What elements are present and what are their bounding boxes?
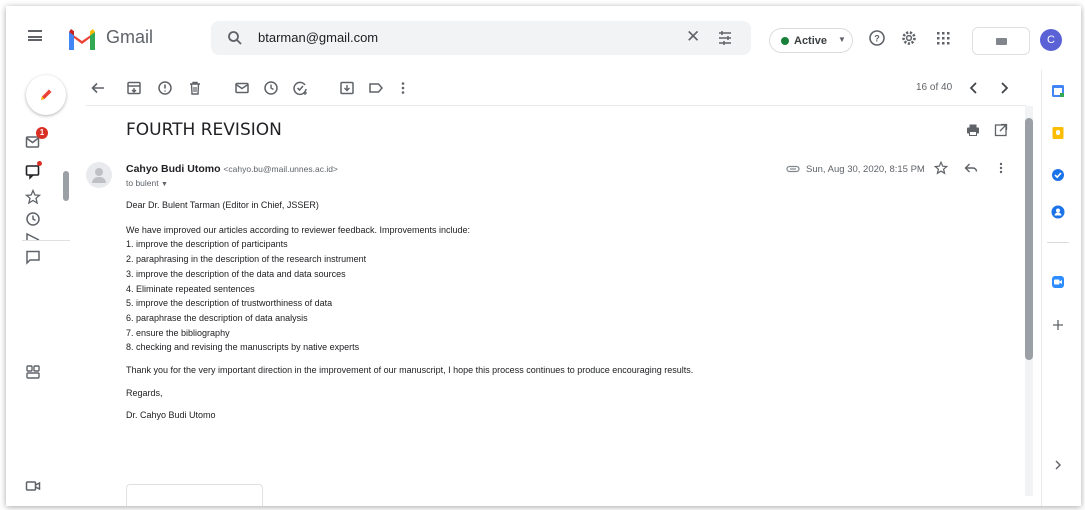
report-spam-icon[interactable] (157, 80, 173, 96)
list-item: 6. paraphrase the description of data an… (126, 312, 308, 323)
gmail-logo-icon[interactable] (67, 28, 97, 50)
meet-video-icon[interactable] (25, 478, 41, 494)
app-name: Gmail (106, 27, 154, 47)
mark-unread-mail-icon[interactable] (234, 80, 250, 96)
help-icon[interactable]: ? (868, 29, 886, 47)
sender-email: <cahyo.bu@mail.unnes.ac.id> (223, 164, 338, 174)
star-icon[interactable] (25, 189, 41, 205)
list-item: 2. paraphrasing in the description of th… (126, 254, 367, 265)
status-selector[interactable]: Active ▼ (769, 28, 853, 53)
avatar[interactable]: C (1040, 29, 1062, 51)
body-thanks: Thank you for the very important directi… (126, 365, 694, 376)
chevron-down-icon: ▼ (838, 35, 846, 44)
sent-icon[interactable] (25, 232, 41, 240)
apps-grid-icon[interactable] (934, 29, 952, 47)
keep-notes-icon[interactable] (1051, 126, 1065, 140)
list-item: 7. ensure the bibliography (126, 327, 230, 338)
body-intro: We have improved our articles according … (126, 224, 470, 235)
side-panel-divider (1041, 70, 1042, 506)
search-options-icon[interactable] (717, 30, 733, 46)
chevron-down-icon: ▼ (161, 181, 168, 188)
email-subject: FOURTH REVISION (126, 120, 282, 140)
reply-box[interactable] (126, 484, 263, 506)
recipients-toggle[interactable]: to bulent ▼ (126, 178, 168, 188)
email-body: Dear Dr. Bulent Tarman (Editor in Chief,… (126, 198, 693, 423)
status-dot-icon (781, 37, 789, 45)
settings-gear-icon[interactable] (900, 29, 918, 47)
add-plus-icon[interactable] (1051, 318, 1065, 332)
chat-icon[interactable] (25, 164, 41, 180)
status-label: Active (794, 35, 828, 47)
email-date: Sun, Aug 30, 2020, 8:15 PM (806, 164, 925, 175)
body-closing: Regards, (126, 387, 163, 398)
list-item: 8. checking and revising the manuscripts… (126, 342, 360, 353)
snooze-clock-icon[interactable] (263, 80, 279, 96)
delete-trash-icon[interactable] (187, 80, 203, 96)
zoom-video-icon[interactable] (1051, 275, 1065, 289)
divider (1047, 242, 1069, 243)
list-item: 1. improve the description of participan… (126, 239, 288, 250)
newer-chevron-left-icon[interactable] (966, 80, 982, 96)
account-switcher[interactable] (972, 27, 1030, 55)
svg-text:?: ? (874, 34, 880, 44)
list-item: 3. improve the description of the data a… (126, 268, 346, 279)
body-greeting: Dear Dr. Bulent Tarman (Editor in Chief,… (126, 200, 319, 210)
more-options-icon[interactable] (395, 80, 411, 96)
back-arrow-icon[interactable] (90, 80, 106, 96)
organization-logo-icon (996, 38, 1007, 45)
open-in-new-window-icon[interactable] (994, 123, 1008, 137)
notification-dot (37, 161, 42, 166)
search-bar[interactable]: btarman@gmail.com ✕ (211, 21, 751, 55)
list-item: 5. improve the description of trustworth… (126, 298, 333, 309)
chat-bubble-icon[interactable] (25, 249, 41, 265)
divider (22, 240, 70, 241)
reply-arrow-icon[interactable] (964, 161, 978, 175)
top-bar: Gmail btarman@gmail.com ✕ Active ▼ ? C (6, 6, 1081, 70)
tasks-icon[interactable] (1051, 168, 1065, 182)
list-item: 4. Eliminate repeated sentences (126, 283, 255, 294)
sidebar-scrollbar[interactable] (63, 171, 69, 201)
contacts-icon[interactable] (1051, 205, 1065, 219)
main-menu-icon[interactable] (28, 30, 42, 41)
star-icon[interactable] (934, 161, 948, 175)
archive-icon[interactable] (126, 80, 142, 96)
clear-search-icon[interactable]: ✕ (686, 27, 700, 47)
older-chevron-right-icon[interactable] (996, 80, 1012, 96)
move-to-icon[interactable] (339, 80, 355, 96)
body-signature: Dr. Cahyo Budi Utomo (126, 410, 216, 421)
snoozed-clock-icon[interactable] (25, 211, 41, 227)
sender-avatar (86, 162, 112, 188)
expand-chevron-right-icon[interactable] (1051, 458, 1065, 472)
pencil-icon (41, 89, 52, 100)
divider (86, 105, 1026, 106)
label-tag-icon[interactable] (368, 80, 384, 96)
spaces-icon[interactable] (25, 364, 41, 380)
print-icon[interactable] (966, 123, 980, 137)
add-to-tasks-icon[interactable] (292, 80, 308, 96)
compose-button[interactable] (26, 75, 66, 115)
pagination-count: 16 of 40 (916, 82, 953, 93)
sender-line: Cahyo Budi Utomo <cahyo.bu@mail.unnes.ac… (126, 163, 338, 175)
more-options-icon[interactable] (994, 161, 1008, 175)
recipients-label: to bulent (126, 178, 159, 188)
main-scrollbar[interactable] (1025, 118, 1033, 360)
attachment-link-icon (786, 165, 800, 173)
gmail-window: Gmail btarman@gmail.com ✕ Active ▼ ? C 1… (6, 6, 1081, 506)
calendar-icon[interactable] (1051, 84, 1065, 98)
unread-badge: 1 (36, 127, 48, 139)
search-icon[interactable] (227, 30, 243, 46)
sender-name: Cahyo Budi Utomo (126, 163, 221, 175)
search-input[interactable]: btarman@gmail.com (258, 30, 378, 45)
